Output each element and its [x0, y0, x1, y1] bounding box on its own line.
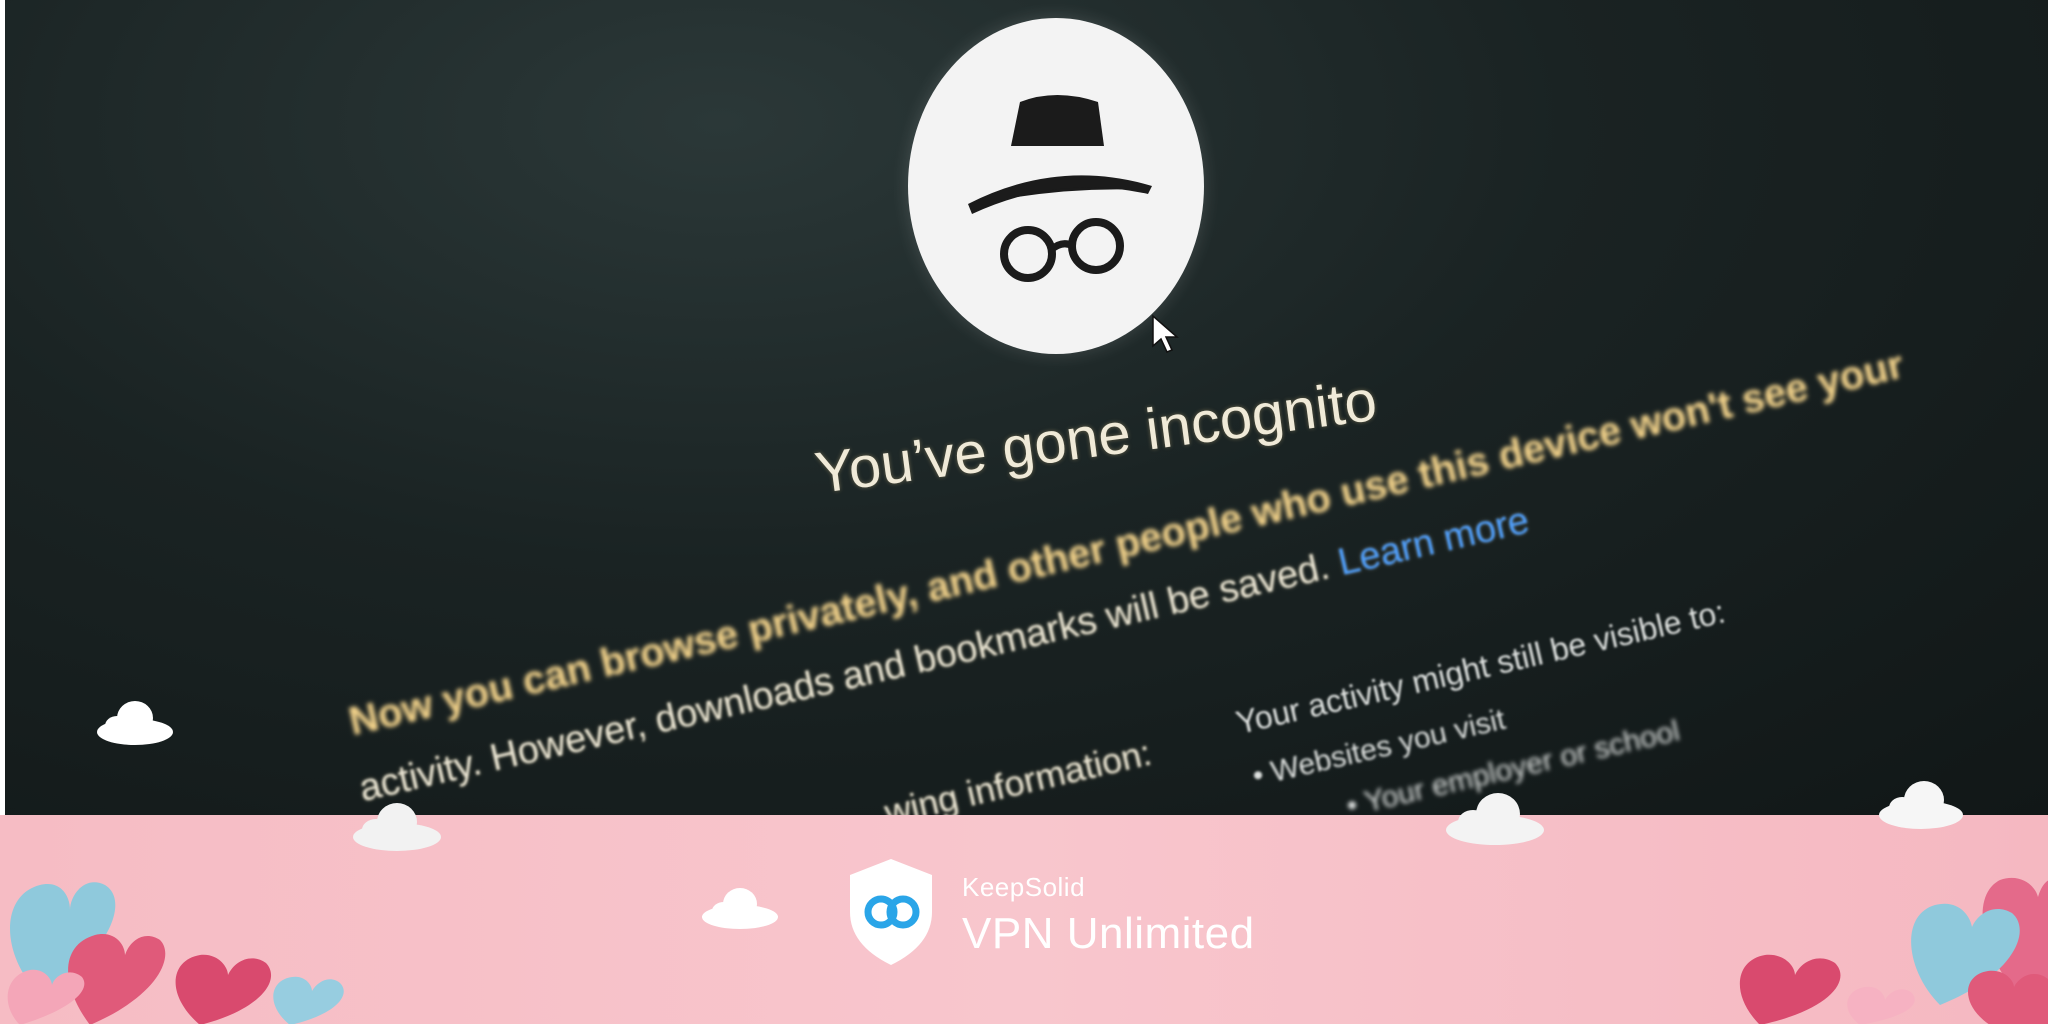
hero-photo: You’ve gone incognito Now you can browse…	[5, 0, 2048, 815]
cloud-icon	[702, 888, 778, 929]
brand-product: VPN Unlimited	[962, 909, 1255, 958]
incognito-icon	[908, 18, 1204, 354]
paper-heart-decoration	[7, 882, 344, 1024]
cloud-icon	[1879, 781, 1963, 829]
brand-logo: KeepSolid VPN Unlimited	[846, 857, 1266, 967]
shield-logo-icon	[850, 859, 932, 965]
incognito-page: You’ve gone incognito Now you can browse…	[5, 0, 2048, 815]
cloud-icon	[1446, 793, 1544, 845]
mouse-cursor-icon	[1151, 314, 1181, 359]
left-column-heading: …wing information:	[845, 731, 1156, 815]
cloud-icon	[97, 701, 173, 745]
paper-heart-decoration	[1739, 878, 2048, 1024]
brand-company: KeepSolid	[962, 872, 1086, 902]
learn-more-link[interactable]: Learn more	[1334, 499, 1533, 584]
cloud-icon	[353, 803, 441, 851]
